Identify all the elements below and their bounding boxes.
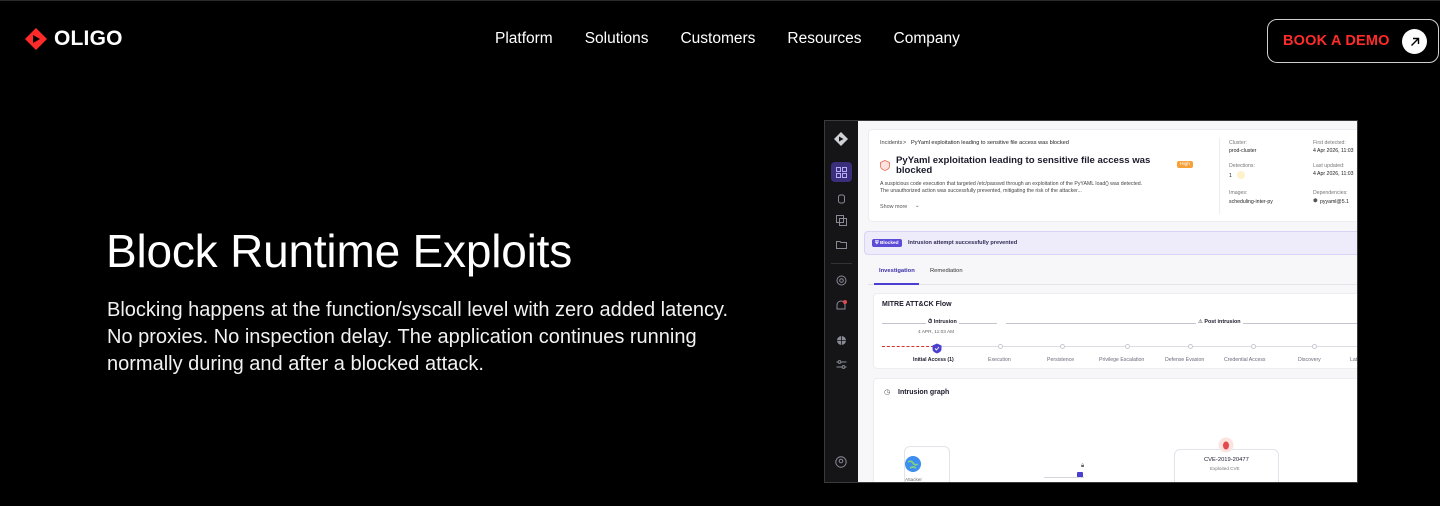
incident-view: Incidents > PyYaml exploitation leading … xyxy=(858,121,1357,482)
tab-investigation[interactable]: Investigation xyxy=(879,268,915,274)
images-label: Images: xyxy=(1229,190,1248,196)
images-value: scheduling-inter-py xyxy=(1229,199,1273,205)
timestamp-label: 4 APR, 11:03 AM xyxy=(918,330,955,335)
incident-title-line1: PyYaml exploitation leading to sensitive… xyxy=(896,155,1151,166)
target-icon[interactable] xyxy=(834,273,848,287)
shield-icon: ⛨ xyxy=(875,241,879,246)
hero-title: Block Runtime Exploits xyxy=(106,225,572,277)
oligo-logo-icon xyxy=(24,27,48,51)
detections-label: Detections: xyxy=(1229,163,1255,169)
mitre-flow-card: MITRE ATT&CK Flow ⏱ Intrusion ⚠ Post int… xyxy=(873,293,1357,369)
intrusion-graph-card: ◷ Intrusion graph Attacker 🔒︎ CVE-2019-2… xyxy=(873,378,1357,482)
cve-subtitle: Exploited CVE xyxy=(1210,466,1240,471)
phase-post-intrusion: ⚠ Post intrusion xyxy=(1196,319,1243,325)
breadcrumb-root[interactable]: Incidents xyxy=(880,140,902,146)
stage-dot-credential-access xyxy=(1251,344,1256,349)
detections-value: 1 xyxy=(1229,173,1232,179)
nav-item-platform[interactable]: Platform xyxy=(495,30,553,48)
tab-remediation[interactable]: Remediation xyxy=(930,268,963,274)
stage-dot-execution xyxy=(998,344,1003,349)
phase-intrusion: ⏱ Intrusion xyxy=(926,319,959,326)
detections-status-icon xyxy=(1237,171,1245,179)
last-updated-value: 4 Apr 2026, 11:03 xyxy=(1313,171,1354,177)
stage-persistence[interactable]: Persistence xyxy=(1047,357,1074,363)
folder-icon[interactable] xyxy=(834,237,848,251)
bug-icon[interactable] xyxy=(834,191,848,205)
brand-logo[interactable]: OLIGO xyxy=(24,27,123,51)
attack-path-dashed xyxy=(882,346,934,347)
app-sidebar xyxy=(825,121,858,482)
banner-text: Intrusion attempt successfully prevented xyxy=(908,240,1018,246)
alerts-icon[interactable] xyxy=(834,299,848,313)
blocked-badge-label: Blocked xyxy=(879,241,899,246)
cluster-value: prod-cluster xyxy=(1229,148,1257,154)
nav-item-customers[interactable]: Customers xyxy=(680,30,755,48)
settings-sliders-icon[interactable] xyxy=(834,357,848,371)
first-detected-value: 4 Apr 2026, 11:03 xyxy=(1313,148,1354,154)
mitre-title: MITRE ATT&CK Flow xyxy=(882,301,952,308)
stage-defense-evasion[interactable]: Defense Evasion xyxy=(1165,357,1204,363)
cve-id: CVE-2019-20477 xyxy=(1204,457,1249,463)
description-line1: A suspicious code execution that targete… xyxy=(880,181,1143,187)
active-tab-underline xyxy=(874,283,919,285)
last-updated-label: Last updated: xyxy=(1313,163,1345,169)
cluster-label: Cluster: xyxy=(1229,140,1247,146)
stage-privilege-escalation[interactable]: Privilege Escalation xyxy=(1099,357,1144,363)
user-avatar-icon[interactable] xyxy=(834,455,848,469)
stage-dot-defense-evasion xyxy=(1188,344,1193,349)
clock-icon: ◷ xyxy=(884,389,891,396)
incident-title-line2: blocked xyxy=(896,165,933,176)
product-screenshot: Incidents > PyYaml exploitation leading … xyxy=(824,120,1358,483)
dependencies-label: Dependencies: xyxy=(1313,190,1348,196)
nav-item-company[interactable]: Company xyxy=(894,30,960,48)
description-line2: The unauthorized action was successfully… xyxy=(880,188,1082,194)
intrusion-graph-title: Intrusion graph xyxy=(898,389,950,396)
copy-icon[interactable] xyxy=(834,213,848,227)
package-icon: ⬢ xyxy=(1313,198,1318,204)
app-logo-icon xyxy=(834,132,848,146)
stage-dot-privilege-escalation xyxy=(1125,344,1130,349)
dependencies-value: pyyaml@5.1 xyxy=(1320,199,1349,205)
incident-header-card: Incidents > PyYaml exploitation leading … xyxy=(868,129,1357,222)
blocked-badge: ⛨ Blocked xyxy=(872,239,902,247)
stage-initial-access[interactable]: Initial Access (1) xyxy=(913,357,954,363)
stage-dot-discovery xyxy=(1312,344,1317,349)
nav-item-resources[interactable]: Resources xyxy=(787,30,861,48)
globe-icon[interactable] xyxy=(834,333,848,347)
meta-divider xyxy=(1219,138,1220,214)
breadcrumb-separator: > xyxy=(903,140,907,146)
bug-cve-icon xyxy=(1218,437,1234,458)
stage-execution[interactable]: Execution xyxy=(988,357,1011,363)
top-nav: OLIGO Platform Solutions Customers Resou… xyxy=(0,0,1440,78)
main-menu: Platform Solutions Customers Resources C… xyxy=(495,30,960,48)
breadcrumb-current: PyYaml exploitation leading to sensitive… xyxy=(911,140,1069,146)
attacker-globe-icon xyxy=(904,455,922,478)
stage-dot-persistence xyxy=(1060,344,1065,349)
stage-credential-access[interactable]: Credential Access xyxy=(1224,357,1266,363)
book-demo-label: BOOK A DEMO xyxy=(1283,33,1390,49)
post-intrusion-bracket xyxy=(1006,323,1357,324)
hero-description: Blocking happens at the function/syscall… xyxy=(107,299,729,375)
book-demo-button[interactable]: BOOK A DEMO xyxy=(1267,19,1439,63)
severity-badge: High xyxy=(1177,161,1193,168)
lock-icon: 🔒︎ xyxy=(1081,463,1085,469)
stage-discovery[interactable]: Discovery xyxy=(1298,357,1321,363)
arrow-up-right-icon xyxy=(1402,29,1427,54)
brand-name: OLIGO xyxy=(54,27,123,50)
incident-tabs: Investigation Remediation xyxy=(868,265,1357,285)
nav-item-solutions[interactable]: Solutions xyxy=(585,30,649,48)
stage-lateral-movement[interactable]: Lat xyxy=(1350,357,1357,363)
attacker-label: Attacker xyxy=(905,477,922,482)
blocked-banner: ⛨ Blocked Intrusion attempt successfully… xyxy=(864,231,1357,255)
dashboard-icon[interactable] xyxy=(834,165,848,179)
first-detected-label: First detected: xyxy=(1313,140,1346,146)
graph-edge-1 xyxy=(1044,477,1084,478)
show-more-link[interactable]: Show more xyxy=(880,204,907,210)
sidebar-divider xyxy=(831,263,852,264)
chevron-down-icon: ⌄ xyxy=(915,203,920,209)
shield-alert-icon xyxy=(880,158,890,176)
